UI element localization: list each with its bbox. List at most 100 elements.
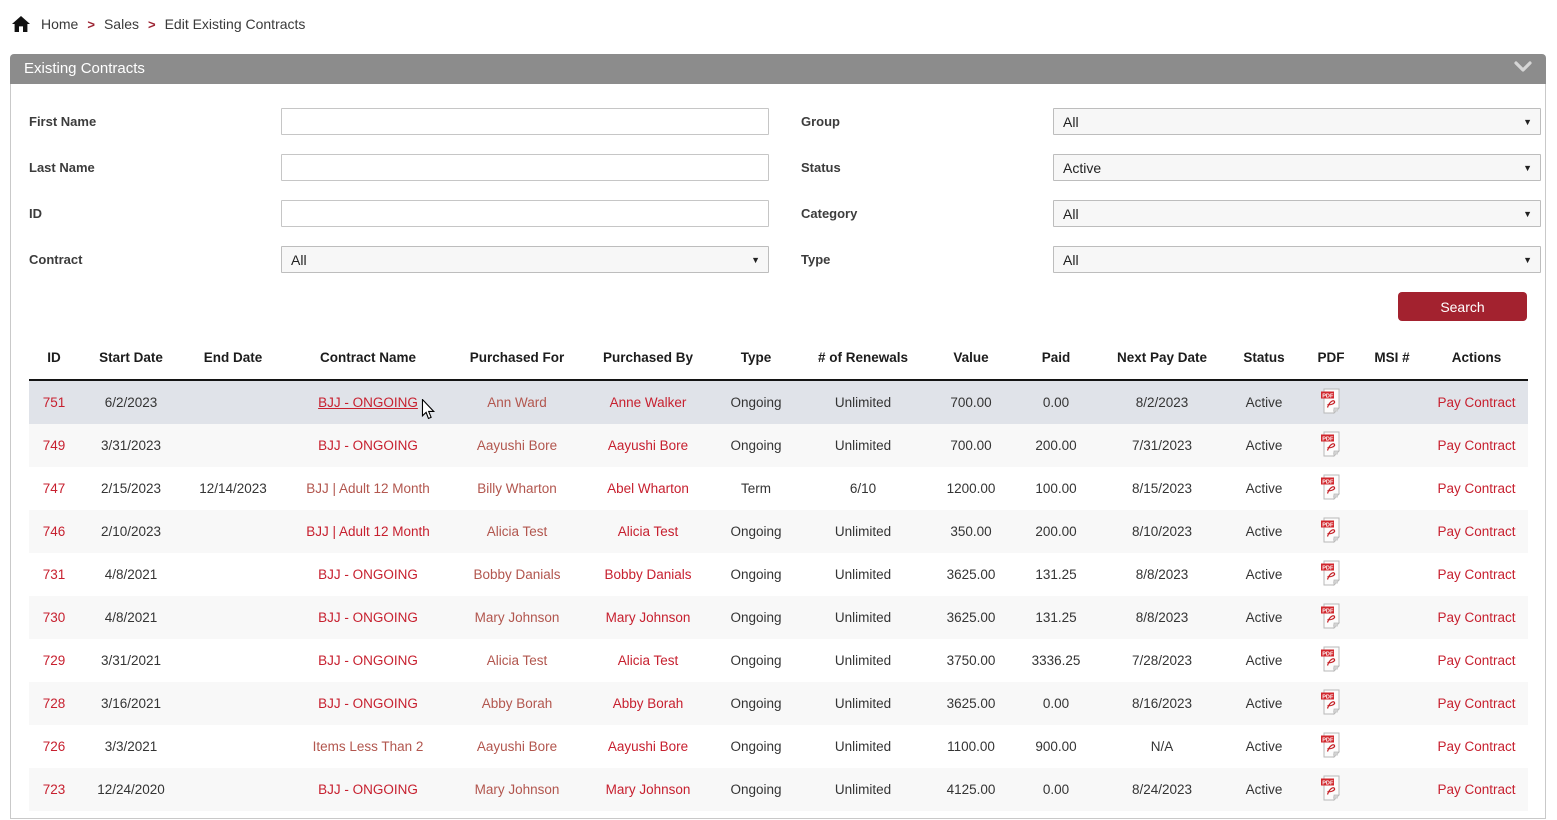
purchased-for-link[interactable]: Mary Johnson bbox=[475, 782, 560, 797]
pdf-file-icon[interactable]: PDF bbox=[1320, 474, 1342, 500]
contract-name-link[interactable]: BJJ - ONGOING bbox=[318, 653, 418, 668]
contract-name-link[interactable]: BJJ - ONGOING bbox=[318, 782, 418, 797]
action-link[interactable]: Pay Contract bbox=[1437, 524, 1515, 539]
last-name-input[interactable] bbox=[281, 154, 769, 181]
action-link[interactable]: Pay Contract bbox=[1437, 739, 1515, 754]
cell-purchased-for: Aayushi Bore bbox=[453, 725, 581, 768]
cell-msi bbox=[1359, 467, 1425, 510]
contract-name-link[interactable]: BJJ - ONGOING bbox=[318, 610, 418, 625]
contract-name-link[interactable]: BJJ | Adult 12 Month bbox=[306, 524, 430, 539]
action-link[interactable]: Pay Contract bbox=[1437, 782, 1515, 797]
status-select[interactable]: Active▼ bbox=[1053, 154, 1541, 181]
search-button[interactable]: Search bbox=[1398, 292, 1527, 321]
purchased-by-link[interactable]: Anne Walker bbox=[610, 395, 687, 410]
first-name-input[interactable] bbox=[281, 108, 769, 135]
table-row[interactable]: 7314/8/2021BJJ - ONGOINGBobby DanialsBob… bbox=[29, 553, 1528, 596]
purchased-for-link[interactable]: Abby Borah bbox=[482, 696, 553, 711]
action-link[interactable]: Pay Contract bbox=[1437, 653, 1515, 668]
breadcrumb-home[interactable]: Home bbox=[41, 16, 78, 32]
category-select[interactable]: All▼ bbox=[1053, 200, 1541, 227]
table-row[interactable]: 7516/2/2023BJJ - ONGOINGAnn WardAnne Wal… bbox=[29, 380, 1528, 424]
purchased-by-link[interactable]: Abby Borah bbox=[613, 696, 684, 711]
contract-name-link[interactable]: BJJ - ONGOING bbox=[318, 696, 418, 711]
cell-renewals: 6/10 bbox=[797, 467, 929, 510]
collapse-chevron-icon[interactable] bbox=[1514, 54, 1532, 84]
pdf-file-icon[interactable]: PDF bbox=[1320, 560, 1342, 586]
pdf-file-icon[interactable]: PDF bbox=[1320, 431, 1342, 457]
cell-next-pay-date: 8/2/2023 bbox=[1099, 380, 1225, 424]
purchased-by-link[interactable]: Aayushi Bore bbox=[608, 438, 688, 453]
purchased-for-link[interactable]: Aayushi Bore bbox=[477, 739, 557, 754]
purchased-by-link[interactable]: Mary Johnson bbox=[606, 782, 691, 797]
home-icon[interactable] bbox=[12, 16, 30, 32]
purchased-for-link[interactable]: Mary Johnson bbox=[475, 610, 560, 625]
table-row[interactable]: 7263/3/2021Items Less Than 2Aayushi Bore… bbox=[29, 725, 1528, 768]
purchased-for-link[interactable]: Aayushi Bore bbox=[477, 438, 557, 453]
pdf-file-icon[interactable]: PDF bbox=[1320, 775, 1342, 801]
purchased-for-link[interactable]: Ann Ward bbox=[487, 395, 547, 410]
id-link[interactable]: 751 bbox=[43, 395, 66, 410]
svg-text:PDF: PDF bbox=[1322, 780, 1334, 786]
pdf-file-icon[interactable]: PDF bbox=[1320, 646, 1342, 672]
purchased-for-link[interactable]: Bobby Danials bbox=[473, 567, 560, 582]
id-link[interactable]: 726 bbox=[43, 739, 66, 754]
id-link[interactable]: 723 bbox=[43, 782, 66, 797]
action-link[interactable]: Pay Contract bbox=[1437, 395, 1515, 410]
table-row[interactable]: 7472/15/202312/14/2023BJJ | Adult 12 Mon… bbox=[29, 467, 1528, 510]
id-link[interactable]: 730 bbox=[43, 610, 66, 625]
purchased-by-link[interactable]: Aayushi Bore bbox=[608, 739, 688, 754]
purchased-by-link[interactable]: Mary Johnson bbox=[606, 610, 691, 625]
id-link[interactable]: 729 bbox=[43, 653, 66, 668]
id-link[interactable]: 746 bbox=[43, 524, 66, 539]
breadcrumb-separator-icon: > bbox=[87, 17, 95, 32]
pdf-file-icon[interactable]: PDF bbox=[1320, 732, 1342, 758]
table-row[interactable]: 72312/24/2020BJJ - ONGOINGMary JohnsonMa… bbox=[29, 768, 1528, 811]
table-row[interactable]: 7304/8/2021BJJ - ONGOINGMary JohnsonMary… bbox=[29, 596, 1528, 639]
breadcrumb-sales[interactable]: Sales bbox=[104, 16, 139, 32]
purchased-by-link[interactable]: Alicia Test bbox=[618, 524, 679, 539]
purchased-for-link[interactable]: Alicia Test bbox=[487, 653, 548, 668]
contract-name-link[interactable]: BJJ - ONGOING bbox=[318, 438, 418, 453]
panel-header[interactable]: Existing Contracts bbox=[10, 54, 1546, 84]
id-link[interactable]: 731 bbox=[43, 567, 66, 582]
column-header-value: Value bbox=[929, 335, 1013, 380]
action-link[interactable]: Pay Contract bbox=[1437, 610, 1515, 625]
action-link[interactable]: Pay Contract bbox=[1437, 567, 1515, 582]
purchased-for-link[interactable]: Alicia Test bbox=[487, 524, 548, 539]
cell-id: 729 bbox=[29, 639, 79, 682]
pdf-file-icon[interactable]: PDF bbox=[1320, 603, 1342, 629]
cell-start-date: 3/16/2021 bbox=[79, 682, 183, 725]
cell-pdf: PDF bbox=[1303, 725, 1359, 768]
id-link[interactable]: 749 bbox=[43, 438, 66, 453]
type-select[interactable]: All▼ bbox=[1053, 246, 1541, 273]
pdf-file-icon[interactable]: PDF bbox=[1320, 517, 1342, 543]
purchased-by-link[interactable]: Bobby Danials bbox=[604, 567, 691, 582]
action-link[interactable]: Pay Contract bbox=[1437, 481, 1515, 496]
cell-renewals: Unlimited bbox=[797, 682, 929, 725]
contract-select[interactable]: All▼ bbox=[281, 246, 769, 273]
contract-name-link[interactable]: BJJ - ONGOING bbox=[318, 567, 418, 582]
cell-pdf: PDF bbox=[1303, 424, 1359, 467]
contract-name-link[interactable]: BJJ - ONGOING bbox=[318, 395, 418, 410]
cell-end-date: 12/14/2023 bbox=[183, 467, 283, 510]
status-select-value: Active bbox=[1063, 160, 1101, 176]
pdf-file-icon[interactable]: PDF bbox=[1320, 689, 1342, 715]
purchased-by-link[interactable]: Alicia Test bbox=[618, 653, 679, 668]
contract-name-link[interactable]: BJJ | Adult 12 Month bbox=[306, 481, 430, 496]
id-link[interactable]: 728 bbox=[43, 696, 66, 711]
purchased-by-link[interactable]: Abel Wharton bbox=[607, 481, 689, 496]
cell-purchased-for: Ann Ward bbox=[453, 380, 581, 424]
action-link[interactable]: Pay Contract bbox=[1437, 696, 1515, 711]
purchased-for-link[interactable]: Billy Wharton bbox=[477, 481, 557, 496]
table-row[interactable]: 7462/10/2023BJJ | Adult 12 MonthAlicia T… bbox=[29, 510, 1528, 553]
id-link[interactable]: 747 bbox=[43, 481, 66, 496]
table-row[interactable]: 7493/31/2023BJJ - ONGOINGAayushi BoreAay… bbox=[29, 424, 1528, 467]
svg-text:PDF: PDF bbox=[1322, 479, 1334, 485]
action-link[interactable]: Pay Contract bbox=[1437, 438, 1515, 453]
table-row[interactable]: 7293/31/2021BJJ - ONGOINGAlicia TestAlic… bbox=[29, 639, 1528, 682]
id-input[interactable] bbox=[281, 200, 769, 227]
group-select[interactable]: All▼ bbox=[1053, 108, 1541, 135]
pdf-file-icon[interactable]: PDF bbox=[1320, 388, 1342, 414]
contract-name-link[interactable]: Items Less Than 2 bbox=[313, 739, 424, 754]
table-row[interactable]: 728 3/16/2021 BJJ - ONGOING Abby Borah Abby … bbox=[29, 682, 1528, 725]
